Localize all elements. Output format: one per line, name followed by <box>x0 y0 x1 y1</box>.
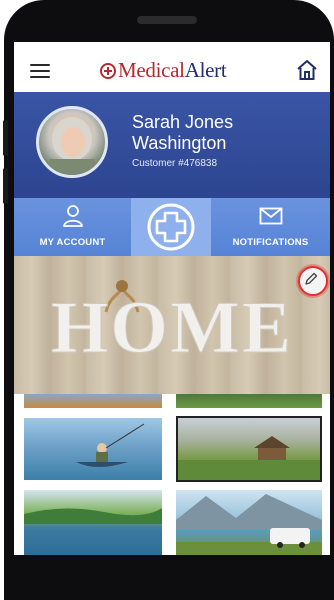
kayak-image <box>76 423 145 467</box>
tab-notifications-label: NOTIFICATIONS <box>232 237 309 248</box>
envelope-icon <box>259 207 283 225</box>
brand-cross-icon <box>100 62 116 79</box>
brand-logo: Medical Alert <box>100 58 227 83</box>
avatar[interactable] <box>36 106 108 178</box>
gallery-tile[interactable] <box>176 394 322 408</box>
phone-speaker <box>137 16 197 24</box>
gallery-tile[interactable] <box>24 418 162 480</box>
gallery-tile-selected[interactable] <box>176 416 322 482</box>
gallery-tile[interactable] <box>176 490 322 555</box>
farm-image <box>178 436 320 480</box>
medical-cross-icon <box>147 203 195 251</box>
brand-medical-text: Medical <box>118 58 185 82</box>
customer-number: Customer #476838 <box>132 158 218 169</box>
tab-notifications[interactable]: NOTIFICATIONS <box>211 198 330 256</box>
volume-button <box>3 168 8 204</box>
tab-my-account-label: MY ACCOUNT <box>39 237 106 248</box>
edit-banner-button[interactable] <box>298 266 328 296</box>
profile-name: Sarah Jones Washington <box>132 112 234 153</box>
pencil-icon <box>305 272 318 285</box>
profile-card: Sarah Jones Washington Customer #476838 <box>14 92 330 198</box>
home-button[interactable] <box>296 59 318 81</box>
app-screen: Medical Alert Sarah Jones Washington Cus… <box>14 42 330 555</box>
app-header: Medical Alert <box>14 42 330 92</box>
medical-alert-button[interactable] <box>131 198 211 256</box>
home-word-art: HOME <box>50 280 293 370</box>
avatar-portrait <box>49 117 95 175</box>
user-icon <box>63 205 83 227</box>
home-icon <box>297 60 317 80</box>
lake-image <box>24 508 162 524</box>
home-banner: HOME <box>14 256 330 394</box>
hamburger-icon[interactable] <box>30 64 50 78</box>
gallery-tile[interactable] <box>24 394 162 408</box>
svg-text:HOME: HOME <box>51 287 293 369</box>
photo-gallery <box>14 394 330 555</box>
nav-bar: MY ACCOUNT NOTIFICATIONS <box>14 198 330 256</box>
tab-my-account[interactable]: MY ACCOUNT <box>14 198 131 256</box>
brand-alert-text: Alert <box>184 58 227 82</box>
camper-image <box>176 494 322 555</box>
gallery-tile[interactable] <box>24 490 162 555</box>
volume-button <box>3 120 8 156</box>
